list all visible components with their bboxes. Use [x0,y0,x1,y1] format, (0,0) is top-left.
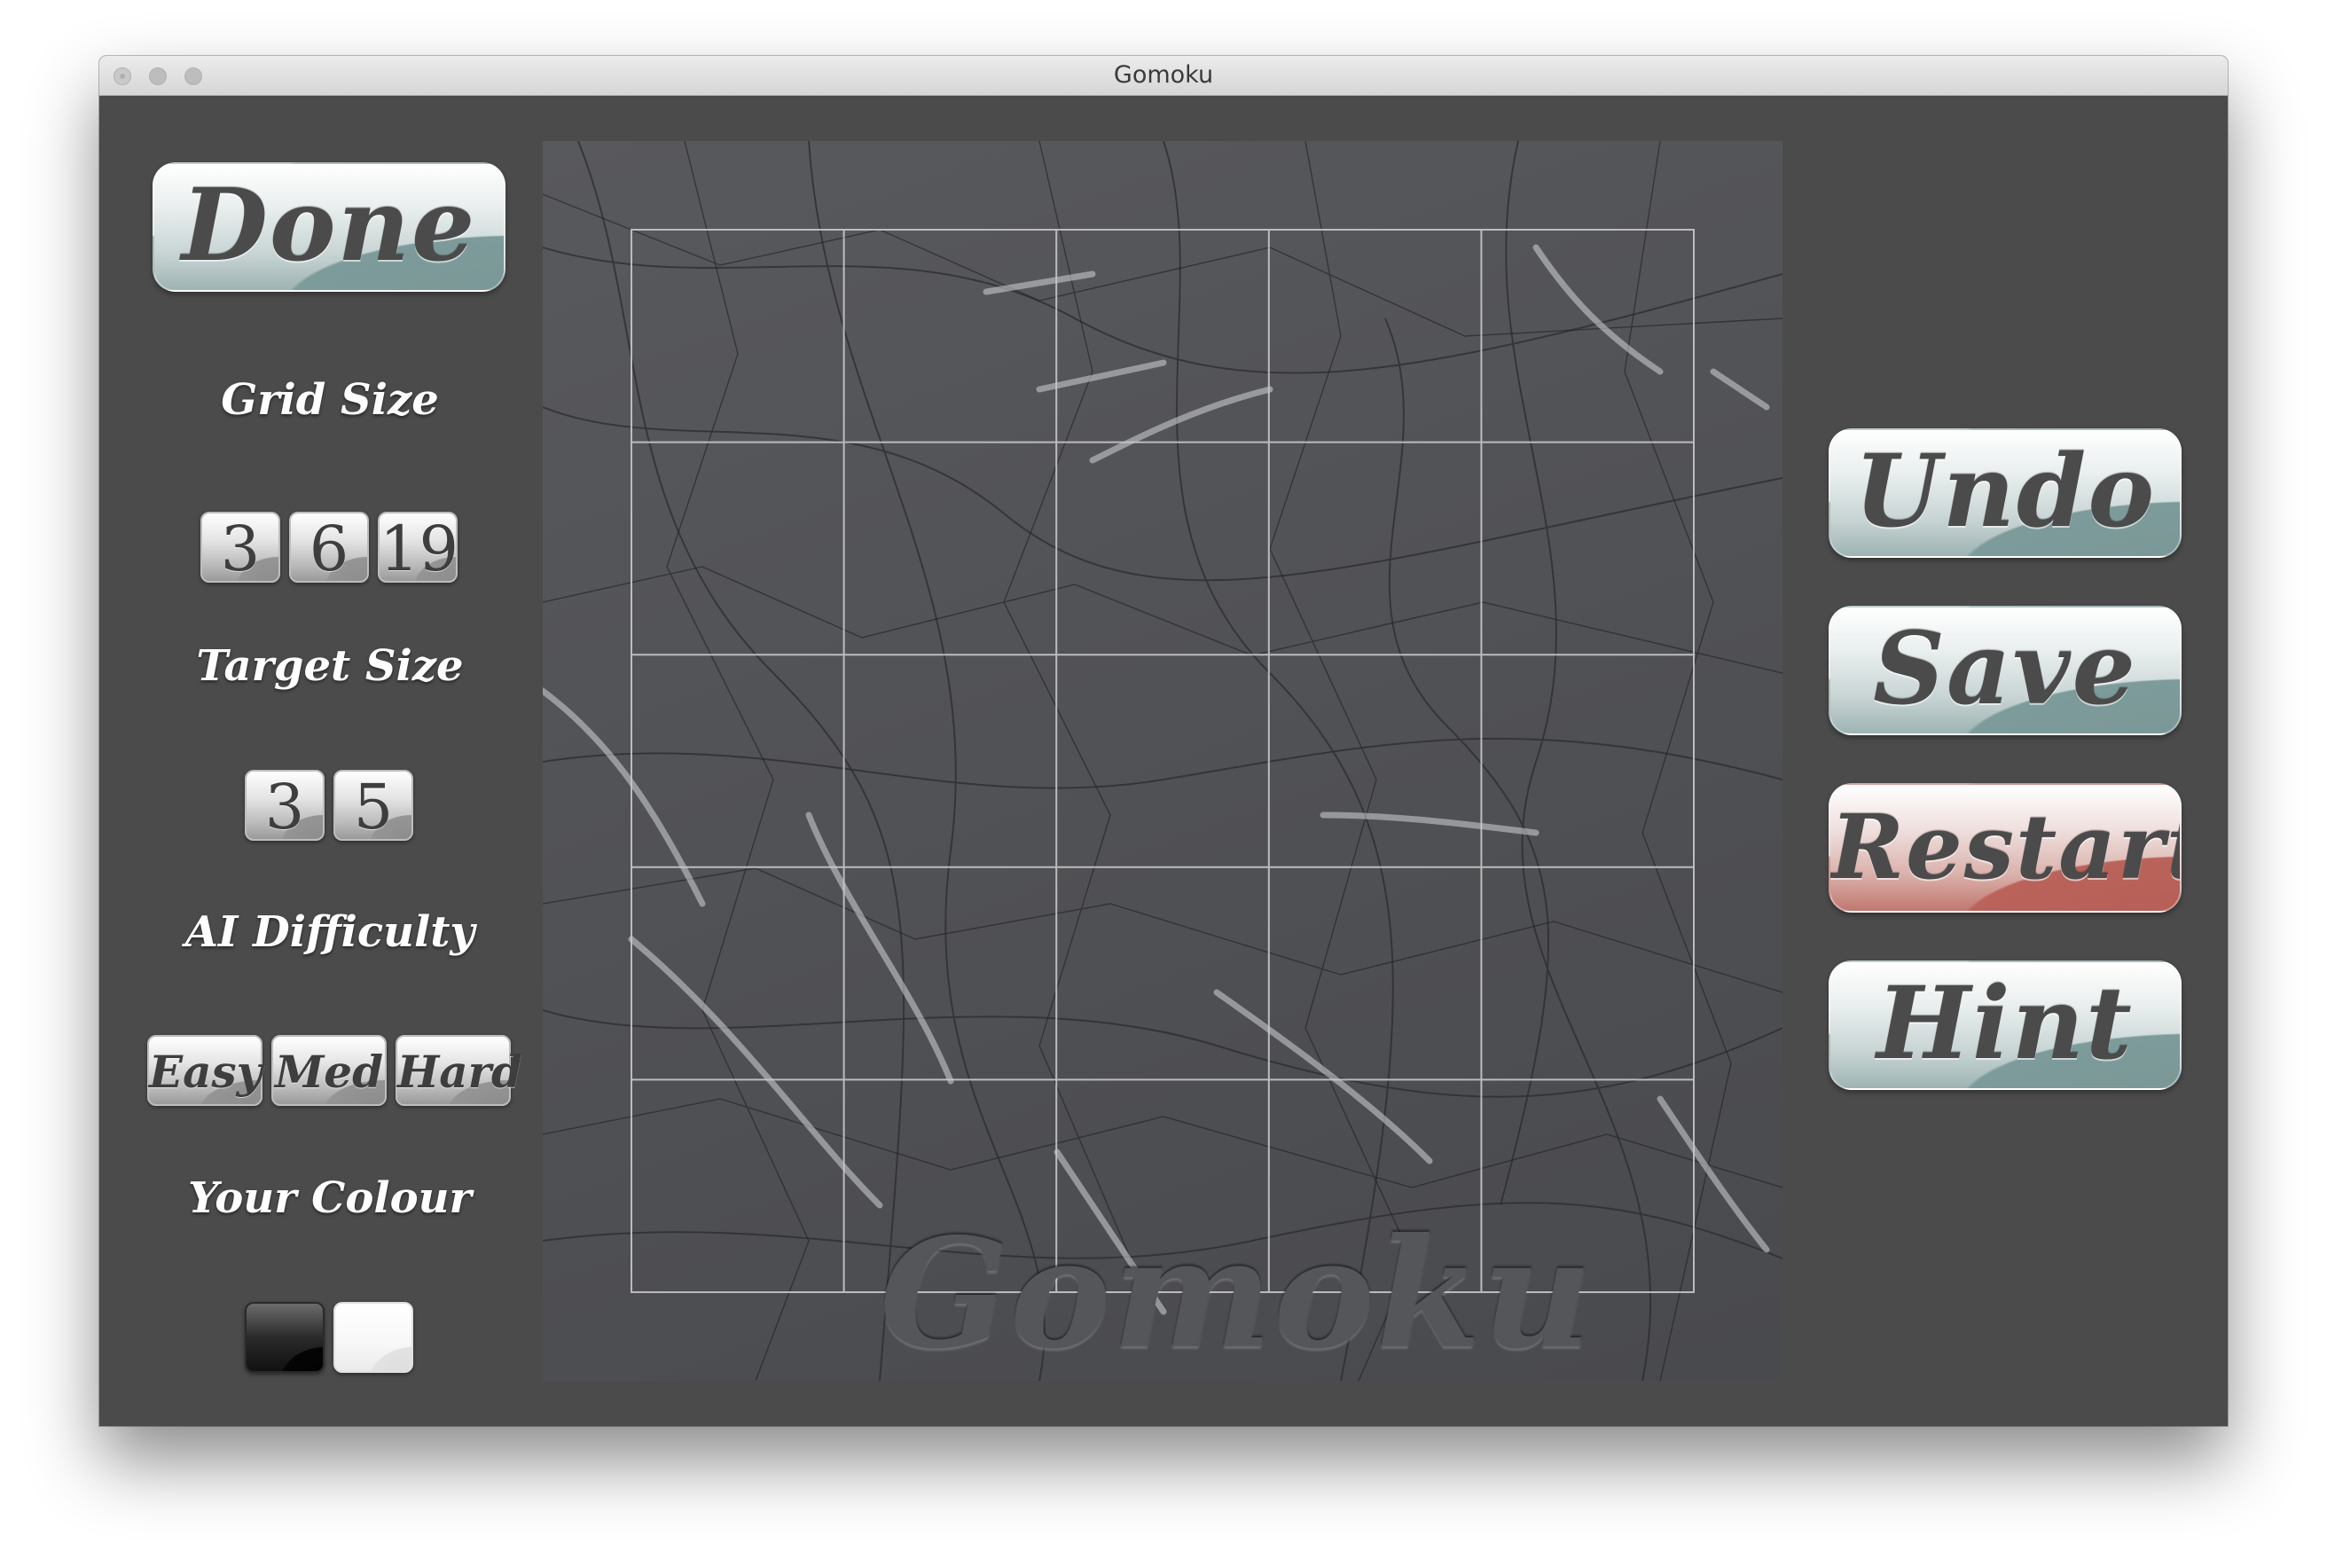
colour-black-button[interactable] [245,1302,325,1373]
game-window: Gomoku Done Grid Size 3 6 19 Target Size… [99,56,2228,1426]
ai-difficulty-label: AI Difficulty [184,907,475,957]
target-size-option-5[interactable]: 5 [333,770,413,843]
save-button[interactable]: Save [1829,606,2182,735]
restart-button[interactable]: Restart [1829,783,2182,913]
window-title: Gomoku [1113,61,1214,89]
done-button-label: Done [181,168,477,284]
difficulty-easy-button[interactable]: Easy [147,1035,262,1106]
difficulty-med-button[interactable]: Med [271,1035,387,1106]
hint-button[interactable]: Hint [1829,960,2182,1090]
game-board[interactable]: Gomoku [543,141,1782,1381]
done-button[interactable]: Done [153,162,505,292]
board-watermark: Gomoku [880,1205,1594,1381]
grid-size-option-19[interactable]: 19 [378,512,458,584]
difficulty-hard-button[interactable]: Hard [396,1035,522,1106]
hint-button-label: Hint [1876,966,2134,1082]
grid-size-label: Grid Size [221,375,439,425]
restart-button-label: Restart [1830,795,2182,899]
marble-texture [543,141,1782,1381]
target-size-option-3[interactable]: 3 [245,770,325,843]
your-colour-label: Your Colour [188,1173,472,1223]
save-button-label: Save [1873,611,2137,727]
grid-size-option-3[interactable]: 3 [200,512,280,584]
grid-size-option-6[interactable]: 6 [289,512,369,584]
target-size-label: Target Size [196,641,464,691]
colour-white-button[interactable] [333,1302,413,1373]
undo-button-label: Undo [1853,434,2157,550]
undo-button[interactable]: Undo [1829,428,2182,558]
board-grid [631,229,1695,1293]
title-bar: Gomoku [99,56,2228,96]
